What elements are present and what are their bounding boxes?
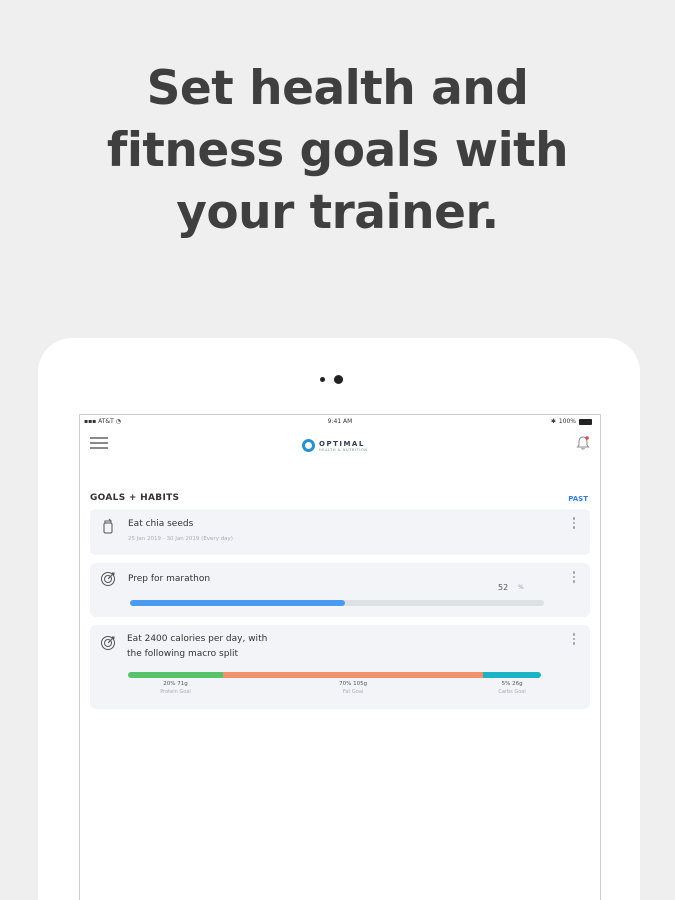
macro-label-name: Fat Goal bbox=[342, 689, 364, 695]
app-screen: ▪▪▪ AT&T ◔ 9:41 AM ✱ 100% OPTIMAL HEALTH… bbox=[79, 414, 601, 900]
goal-title: Eat chia seeds bbox=[128, 519, 194, 529]
progress-bar-fill bbox=[130, 600, 346, 606]
battery-status: ✱ 100% bbox=[551, 418, 592, 425]
goal-title-line-1: Eat 2400 calories per day, with bbox=[127, 634, 268, 644]
macro-label: 70% 105g Fat Goal bbox=[313, 681, 393, 695]
headline-line-2: fitness goals with bbox=[106, 123, 569, 178]
headline-line-3: your trainer. bbox=[176, 185, 499, 240]
macro-label-value: 5% 26g bbox=[501, 681, 523, 687]
goal-title: Prep for marathon bbox=[128, 574, 211, 584]
status-time: 9:41 AM bbox=[327, 418, 353, 425]
macro-label: 5% 26g Carbs Goal bbox=[472, 681, 552, 695]
tablet-camera bbox=[320, 375, 344, 385]
macro-segment bbox=[483, 672, 541, 678]
progress-value: 52 bbox=[498, 583, 509, 592]
macro-label-name: Carbs Goal bbox=[498, 689, 526, 695]
battery-icon bbox=[579, 418, 592, 425]
logo-subtitle: HEALTH & NUTRITION bbox=[319, 447, 368, 452]
app-logo: OPTIMAL HEALTH & NUTRITION bbox=[302, 439, 368, 452]
macro-label: 20% 71g Protein Goal bbox=[135, 681, 215, 695]
jar-icon bbox=[103, 518, 113, 534]
camera-lens-dot bbox=[334, 375, 343, 384]
goal-date-range: 25 Jan 2019 - 30 Jan 2019 (Every day) bbox=[128, 536, 233, 542]
promo-headline: Set health and fitness goals with your t… bbox=[0, 58, 675, 244]
logo-ring-icon bbox=[302, 439, 315, 452]
goal-card-calories[interactable]: Eat 2400 calories per day, with the foll… bbox=[90, 625, 590, 709]
macro-label-name: Protein Goal bbox=[160, 689, 191, 695]
macro-label-value: 70% 105g bbox=[339, 681, 368, 687]
more-options-icon[interactable] bbox=[572, 633, 576, 647]
macro-segment bbox=[222, 672, 484, 678]
goal-card-chia[interactable]: Eat chia seeds 25 Jan 2019 - 30 Jan 2019… bbox=[90, 509, 590, 555]
past-goals-link[interactable]: PAST bbox=[568, 495, 588, 503]
logo-text: OPTIMAL HEALTH & NUTRITION bbox=[319, 440, 368, 452]
camera-sensor-dot bbox=[320, 377, 325, 382]
more-options-icon[interactable] bbox=[572, 571, 576, 585]
goal-title-line-2: the following macro split bbox=[127, 649, 238, 659]
battery-percent: 100% bbox=[558, 418, 576, 425]
notification-bell-icon[interactable] bbox=[576, 435, 590, 451]
section-title: GOALS + HABITS bbox=[90, 493, 180, 503]
logo-title: OPTIMAL bbox=[319, 439, 365, 448]
headline-line-1: Set health and bbox=[146, 61, 529, 116]
macro-segment bbox=[128, 672, 223, 678]
goal-card-marathon[interactable]: Prep for marathon 52 % bbox=[90, 563, 590, 617]
hamburger-menu-icon[interactable] bbox=[90, 437, 108, 449]
macro-split-bar bbox=[128, 672, 541, 678]
macro-label-value: 20% 71g bbox=[163, 681, 188, 687]
more-options-icon[interactable] bbox=[572, 517, 576, 531]
progress-unit: % bbox=[518, 584, 524, 591]
macro-split-labels: 20% 71g Protein Goal 70% 105g Fat Goal 5% 26… bbox=[128, 681, 541, 701]
nav-bar: OPTIMAL HEALTH & NUTRITION bbox=[80, 429, 600, 463]
progress-bar bbox=[130, 600, 544, 606]
bluetooth-icon: ✱ bbox=[550, 418, 556, 425]
target-icon bbox=[101, 572, 115, 586]
status-bar: ▪▪▪ AT&T ◔ 9:41 AM ✱ 100% bbox=[80, 415, 600, 429]
target-icon bbox=[101, 636, 115, 650]
goal-title: Eat 2400 calories per day, with the foll… bbox=[127, 632, 267, 662]
